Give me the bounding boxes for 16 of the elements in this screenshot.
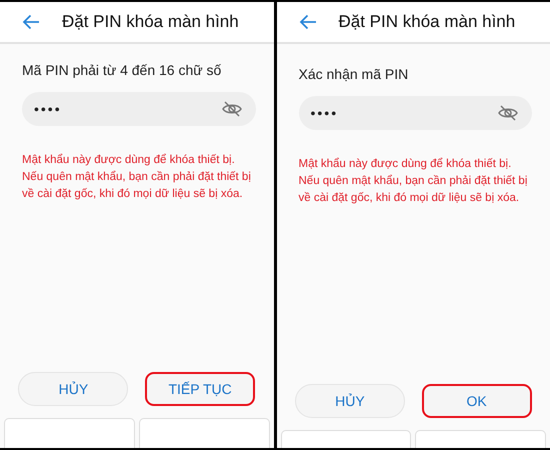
action-button[interactable]: HỦY	[294, 384, 405, 418]
warning-text: Mật khẩu này được dùng để khóa thiết bị. Nếu quên mật khẩu, bạn cần phải đặt thiết bị về cài đặt gốc, khi đó mọi dữ liệu sẽ bị xóa.	[298, 156, 528, 206]
action-button[interactable]: TIẾP TỤC	[145, 372, 256, 406]
eye-hidden-icon[interactable]	[498, 105, 518, 121]
eye-hidden-icon[interactable]	[222, 101, 242, 117]
screen-title: Đặt PIN khóa màn hình	[338, 12, 516, 32]
pin-field[interactable]: ••••	[22, 92, 256, 126]
pin-field[interactable]: ••••	[298, 96, 532, 130]
action-button[interactable]: OK	[422, 384, 532, 418]
warning-text: Mật khẩu này được dùng để khóa thiết bị. Nếu quên mật khẩu, bạn cần phải đặt thiết bị về cài đặt gốc, khi đó mọi dữ liệu sẽ bị xóa.	[22, 152, 252, 202]
back-arrow-icon[interactable]	[22, 14, 40, 30]
field-label: Xác nhận mã PIN	[298, 66, 410, 82]
back-arrow-icon[interactable]	[298, 14, 316, 30]
field-label: Mã PIN phải từ 4 đến 16 chữ số	[22, 62, 222, 78]
action-button[interactable]: HỦY	[18, 372, 128, 406]
screen-title: Đặt PIN khóa màn hình	[62, 12, 239, 32]
